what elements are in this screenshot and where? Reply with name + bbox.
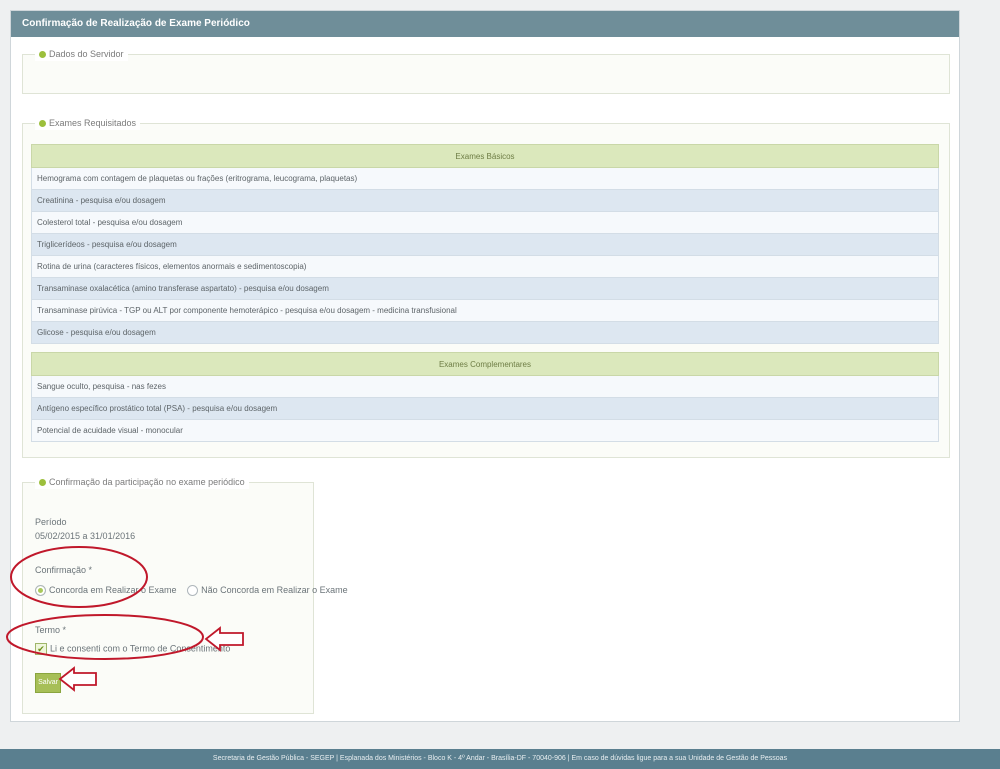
table-row: Hemograma com contagem de plaquetas ou f… xyxy=(31,167,939,190)
confirmation-legend[interactable]: Confirmação da participação no exame per… xyxy=(35,476,249,489)
footer: Secretaria de Gestão Pública - SEGEP | E… xyxy=(0,749,1000,769)
expand-bullet-icon xyxy=(39,51,46,58)
table-row: Transaminase pirúvica - TGP ou ALT por c… xyxy=(31,299,939,322)
expand-bullet-icon xyxy=(39,479,46,486)
complementary-exams-table: Exames Complementares Sangue oculto, pes… xyxy=(31,352,939,442)
table-row: Creatinina - pesquisa e/ou dosagem xyxy=(31,189,939,212)
radio-selected-icon xyxy=(35,585,46,597)
confirmation-fieldset: Confirmação da participação no exame per… xyxy=(22,476,348,714)
server-data-fieldset: Dados do Servidor xyxy=(22,48,950,94)
page-title: Confirmação de Realização de Exame Perió… xyxy=(11,11,959,37)
term-checkbox-label: Li e consenti com o Termo de Consentimen… xyxy=(50,643,231,654)
save-button[interactable]: Salvar xyxy=(35,673,61,693)
exams-fieldset: Exames Requisitados Exames Básicos Hemog… xyxy=(22,117,950,458)
main-panel: Confirmação de Realização de Exame Perió… xyxy=(10,10,960,722)
table-row: Glicose - pesquisa e/ou dosagem xyxy=(31,321,939,344)
term-label: Termo * xyxy=(35,625,67,635)
radio-agree[interactable]: Concorda em Realizar o Exame xyxy=(35,585,179,597)
radio-disagree-label: Não Concorda em Realizar o Exame xyxy=(201,585,348,595)
table-row: Colesterol total - pesquisa e/ou dosagem xyxy=(31,211,939,234)
period-label: Período xyxy=(35,517,67,527)
table-row: Antígeno específico prostático total (PS… xyxy=(31,397,939,420)
table-row: Triglicerídeos - pesquisa e/ou dosagem xyxy=(31,233,939,256)
period-value: 05/02/2015 a 31/01/2016 xyxy=(35,531,136,541)
radio-agree-label: Concorda em Realizar o Exame xyxy=(49,585,177,595)
exams-legend[interactable]: Exames Requisitados xyxy=(35,117,141,130)
expand-bullet-icon xyxy=(39,120,46,127)
table-row: Sangue oculto, pesquisa - nas fezes xyxy=(31,375,939,398)
basic-exams-header: Exames Básicos xyxy=(31,144,939,168)
confirmation-label: Confirmação * xyxy=(35,565,93,575)
table-row: Transaminase oxalacética (amino transfer… xyxy=(31,277,939,300)
checkmark-icon: ✔ xyxy=(35,643,47,655)
table-row: Rotina de urina (caracteres físicos, ele… xyxy=(31,255,939,278)
radio-unselected-icon xyxy=(187,585,199,597)
server-data-legend[interactable]: Dados do Servidor xyxy=(35,48,128,61)
table-row: Potencial de acuidade visual - monocular xyxy=(31,419,939,442)
complementary-exams-header: Exames Complementares xyxy=(31,352,939,376)
radio-disagree[interactable]: Não Concorda em Realizar o Exame xyxy=(187,585,348,597)
term-checkbox[interactable]: ✔ Li e consenti com o Termo de Consentime… xyxy=(35,643,230,655)
basic-exams-table: Exames Básicos Hemograma com contagem de… xyxy=(31,144,939,344)
